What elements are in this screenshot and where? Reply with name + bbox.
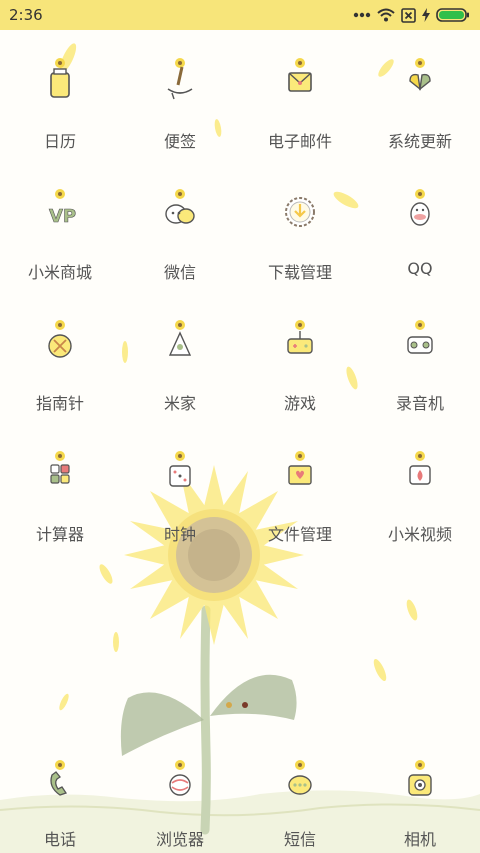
recorder-icon [388, 308, 452, 372]
game-icon [268, 308, 332, 372]
dock: 电话 浏览器 短信 相机 [0, 742, 480, 853]
video-icon [388, 439, 452, 503]
dock-sms[interactable]: 短信 [240, 742, 360, 853]
notes-icon [148, 46, 212, 110]
app-label: 指南针 [35, 394, 84, 413]
app-grid: 日历 便签 电子邮件 系统更新 VP 小米商城 微信 下载管理 QQ 指南针 米… [0, 40, 480, 564]
dots-icon [353, 12, 371, 18]
app-label: 计算器 [35, 525, 84, 544]
dock-browser[interactable]: 浏览器 [120, 742, 240, 853]
app-label: 游戏 [283, 394, 316, 413]
status-time: 2:36 [9, 6, 43, 24]
app-file-manager[interactable]: 文件管理 [240, 433, 360, 564]
camera-icon [388, 748, 452, 812]
app-mi-video[interactable]: 小米视频 [360, 433, 480, 564]
page-dot-1[interactable] [226, 702, 232, 708]
app-download-manager[interactable]: 下载管理 [240, 171, 360, 302]
app-label: 浏览器 [155, 830, 204, 849]
email-icon [268, 46, 332, 110]
dock-phone[interactable]: 电话 [0, 742, 120, 853]
calculator-icon [28, 439, 92, 503]
app-label: 便签 [163, 132, 196, 151]
status-icons [353, 7, 470, 23]
app-label: 短信 [283, 830, 316, 849]
app-email[interactable]: 电子邮件 [240, 40, 360, 171]
wifi-icon [377, 8, 395, 22]
app-game[interactable]: 游戏 [240, 302, 360, 433]
compass-icon [28, 308, 92, 372]
svg-text:VP: VP [49, 206, 76, 227]
app-label: 下载管理 [267, 263, 332, 282]
app-notes[interactable]: 便签 [120, 40, 240, 171]
calendar-icon [28, 46, 92, 110]
update-icon [388, 46, 452, 110]
app-label: QQ [407, 259, 433, 278]
sms-icon [268, 748, 332, 812]
charging-icon [422, 8, 430, 22]
app-label: 系统更新 [387, 132, 452, 151]
app-system-update[interactable]: 系统更新 [360, 40, 480, 171]
page-indicator [226, 702, 248, 708]
app-label: 米家 [163, 394, 196, 413]
clock-icon [148, 439, 212, 503]
app-mijia[interactable]: 米家 [120, 302, 240, 433]
phone-icon [28, 748, 92, 812]
app-mi-store[interactable]: VP 小米商城 [0, 171, 120, 302]
app-label: 电子邮件 [267, 132, 332, 151]
app-label: 微信 [163, 263, 196, 282]
dock-camera[interactable]: 相机 [360, 742, 480, 853]
app-label: 小米商城 [27, 263, 92, 282]
app-wechat[interactable]: 微信 [120, 171, 240, 302]
app-label: 小米视频 [387, 525, 452, 544]
browser-icon [148, 748, 212, 812]
mijia-icon [148, 308, 212, 372]
mi-store-icon: VP [28, 177, 92, 241]
app-qq[interactable]: QQ [360, 171, 480, 302]
file-manager-icon [268, 439, 332, 503]
app-label: 录音机 [395, 394, 444, 413]
qq-icon [388, 177, 452, 241]
no-sim-icon [401, 7, 416, 23]
app-label: 文件管理 [267, 525, 332, 544]
app-label: 电话 [43, 830, 76, 849]
page-dot-2[interactable] [242, 702, 248, 708]
app-label: 相机 [403, 830, 436, 849]
status-bar: 2:36 [0, 0, 480, 30]
wechat-icon [148, 177, 212, 241]
app-calculator[interactable]: 计算器 [0, 433, 120, 564]
app-label: 时钟 [163, 525, 196, 544]
app-compass[interactable]: 指南针 [0, 302, 120, 433]
download-icon [268, 177, 332, 241]
app-calendar[interactable]: 日历 [0, 40, 120, 171]
app-recorder[interactable]: 录音机 [360, 302, 480, 433]
app-clock[interactable]: 时钟 [120, 433, 240, 564]
app-label: 日历 [43, 132, 76, 151]
battery-icon [436, 8, 469, 22]
